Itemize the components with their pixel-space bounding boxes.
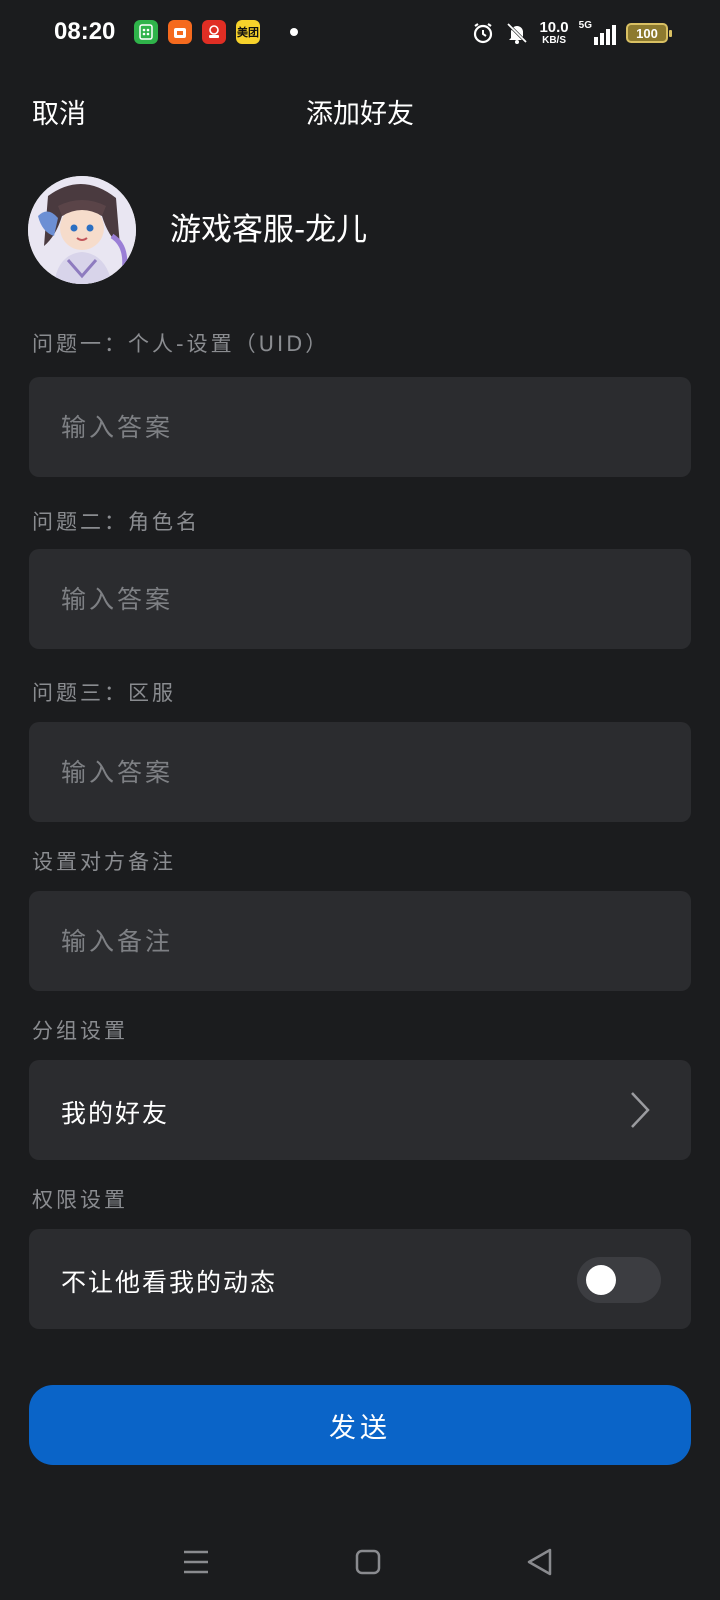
- remark-input[interactable]: [29, 891, 691, 991]
- permission-row: 不让他看我的动态: [29, 1229, 691, 1329]
- page-title: 添加好友: [306, 99, 414, 130]
- status-bar: 08:20 美团 10.0 KB/S 5G 100: [0, 0, 720, 66]
- alarm-icon: [474, 23, 493, 44]
- question-2-label: 问题二：角色名: [32, 510, 200, 534]
- question-3-field[interactable]: [29, 722, 691, 822]
- pinduoduo-icon: [202, 20, 226, 44]
- back-icon[interactable]: [520, 1542, 560, 1582]
- wechat-mini-icon: [134, 20, 158, 44]
- question-1-input[interactable]: [29, 377, 691, 477]
- status-time: 08:20: [54, 18, 116, 45]
- question-1-field[interactable]: [29, 377, 691, 477]
- question-1-label: 问题一：个人-设置（UID）: [32, 332, 330, 356]
- battery-icon: 100: [626, 23, 672, 43]
- net-speed: 10.0 KB/S: [539, 19, 569, 46]
- top-bar: 取消 添加好友: [0, 70, 720, 150]
- question-2-field[interactable]: [29, 549, 691, 649]
- toggle-knob: [586, 1265, 616, 1295]
- remark-field[interactable]: [29, 891, 691, 991]
- group-selector[interactable]: 我的好友: [29, 1060, 691, 1160]
- remark-label: 设置对方备注: [32, 850, 176, 874]
- signal-5g-icon: 5G: [579, 21, 616, 45]
- hide-moments-toggle[interactable]: [577, 1257, 661, 1303]
- menu-icon[interactable]: [176, 1542, 216, 1582]
- contact-name: 游戏客服-龙儿: [170, 212, 368, 248]
- meituan-icon: 美团: [236, 20, 260, 44]
- notification-dot: [290, 28, 298, 36]
- group-value: 我的好友: [61, 1099, 170, 1128]
- question-3-input[interactable]: [29, 722, 691, 822]
- chevron-right-icon: [631, 1092, 650, 1128]
- avatar[interactable]: [28, 176, 136, 284]
- hide-moments-label: 不让他看我的动态: [61, 1268, 278, 1297]
- orange-store-icon: [168, 20, 192, 44]
- home-icon[interactable]: [348, 1542, 388, 1582]
- send-button[interactable]: 发送: [29, 1385, 691, 1465]
- group-label: 分组设置: [32, 1019, 128, 1043]
- question-2-input[interactable]: [29, 549, 691, 649]
- mute-bell-icon: [507, 22, 528, 44]
- question-3-label: 问题三：区服: [32, 681, 176, 705]
- system-nav-bar: [0, 1520, 720, 1600]
- permission-label: 权限设置: [32, 1188, 128, 1212]
